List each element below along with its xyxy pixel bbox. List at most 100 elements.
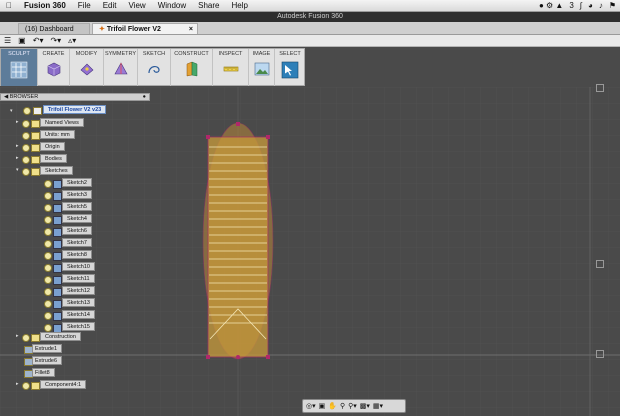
browser-item[interactable]: Origin xyxy=(40,142,65,151)
x-marker-icon[interactable] xyxy=(596,350,604,358)
zoom-icon[interactable]: ⚲ xyxy=(340,402,345,410)
expand-icon[interactable]: ▸ xyxy=(16,333,19,339)
expand-icon[interactable]: ▸ xyxy=(16,143,19,149)
select-menu[interactable]: SELECT xyxy=(275,49,305,86)
visibility-bulb-icon[interactable] xyxy=(44,288,52,296)
expand-icon[interactable]: ▸ xyxy=(16,381,19,387)
z-marker-icon[interactable] xyxy=(596,84,604,92)
visibility-bulb-icon[interactable] xyxy=(22,144,30,152)
visibility-bulb-icon[interactable] xyxy=(44,264,52,272)
display-settings-icon[interactable]: ▩▾ xyxy=(360,402,370,410)
browser-item-label: Sketches xyxy=(45,168,68,174)
grid-settings-icon[interactable]: ▦▾ xyxy=(373,402,383,410)
visibility-bulb-icon[interactable] xyxy=(22,334,30,342)
wifi-icon[interactable]: ◕ xyxy=(588,1,593,10)
expand-icon[interactable]: ▸ xyxy=(16,119,19,125)
pan-icon[interactable]: ✋ xyxy=(328,402,337,410)
redo-icon[interactable]: ↷▾ xyxy=(50,36,61,45)
inspect-menu[interactable]: INSPECT xyxy=(213,49,249,86)
browser-item[interactable]: Sketches xyxy=(40,166,73,175)
browser-item[interactable]: Extrude1 xyxy=(32,344,63,353)
visibility-bulb-icon[interactable] xyxy=(22,120,30,128)
share-icon[interactable]: ▵▾ xyxy=(68,36,76,45)
browser-item[interactable]: Sketch2 xyxy=(62,178,92,187)
browser-item[interactable]: Sketch4 xyxy=(62,214,92,223)
browser-item[interactable]: Sketch7 xyxy=(62,238,92,247)
menu-window[interactable]: Window xyxy=(152,1,192,10)
visibility-bulb-icon[interactable] xyxy=(22,156,30,164)
browser-item[interactable]: Construction xyxy=(40,332,81,341)
volume-icon[interactable]: ♪ xyxy=(599,1,603,10)
sketch-profile[interactable] xyxy=(202,122,274,360)
workspace-switcher[interactable]: SCULPT xyxy=(1,49,38,86)
browser-item[interactable]: Sketch3 xyxy=(62,190,92,199)
browser-item[interactable]: Sketch12 xyxy=(62,286,95,295)
close-icon[interactable]: × xyxy=(189,24,193,35)
visibility-bulb-icon[interactable] xyxy=(44,192,52,200)
browser-item[interactable]: Sketch13 xyxy=(62,298,95,307)
browser-item[interactable]: Sketch8 xyxy=(62,250,92,259)
modify-menu[interactable]: MODIFY xyxy=(70,49,104,86)
visibility-bulb-icon[interactable] xyxy=(44,312,52,320)
browser-item[interactable]: Sketch10 xyxy=(62,262,95,271)
visibility-bulb-icon[interactable] xyxy=(44,180,52,188)
menu-help[interactable]: Help xyxy=(226,1,254,10)
visibility-bulb-icon[interactable] xyxy=(23,107,31,115)
construct-menu[interactable]: CONSTRUCT xyxy=(171,49,213,86)
sketch-rectangle[interactable] xyxy=(207,136,269,358)
browser-item[interactable]: Units: mm xyxy=(40,130,75,139)
visibility-bulb-icon[interactable] xyxy=(44,276,52,284)
image-menu[interactable]: IMAGE xyxy=(249,49,275,86)
menu-view[interactable]: View xyxy=(122,1,151,10)
y-marker-icon[interactable] xyxy=(596,260,604,268)
browser-item[interactable]: Sketch14 xyxy=(62,310,95,319)
look-at-icon[interactable]: ▣ xyxy=(319,402,326,410)
tab-dashboard[interactable]: (16) Dashboard xyxy=(18,23,90,34)
browser-item[interactable]: Fillet8 xyxy=(32,368,55,377)
bluetooth-icon[interactable]: ∫ xyxy=(580,1,582,10)
browser-item[interactable]: Sketch11 xyxy=(62,274,95,283)
browser-header[interactable]: ◀ BROWSER ● xyxy=(0,93,150,101)
visibility-bulb-icon[interactable] xyxy=(44,300,52,308)
tab-trifoil-flower[interactable]: ✦ Trifoil Flower V2 × xyxy=(92,23,198,34)
visibility-bulb-icon[interactable] xyxy=(44,216,52,224)
visibility-bulb-icon[interactable] xyxy=(22,168,30,176)
app-menu[interactable]: Fusion 360 xyxy=(18,1,72,10)
collapse-icon[interactable]: ◀ xyxy=(4,94,8,100)
menu-file[interactable]: File xyxy=(72,1,97,10)
create-menu[interactable]: CREATE xyxy=(38,49,70,86)
design-canvas[interactable] xyxy=(0,87,620,416)
visibility-bulb-icon[interactable] xyxy=(22,132,30,140)
expand-icon[interactable]: ▸ xyxy=(16,155,19,161)
apple-icon[interactable]:  xyxy=(0,1,18,10)
symmetry-menu[interactable]: SYMMETRY xyxy=(104,49,138,86)
browser-item[interactable]: Sketch6 xyxy=(62,226,92,235)
visibility-bulb-icon[interactable] xyxy=(44,240,52,248)
browser-root[interactable]: Trifoil Flower V2 v23 xyxy=(43,105,107,114)
menu-share[interactable]: Share xyxy=(192,1,225,10)
status-icons[interactable]: ● ⚙ ▲ xyxy=(539,1,563,10)
visibility-bulb-icon[interactable] xyxy=(44,204,52,212)
menu-edit[interactable]: Edit xyxy=(97,1,123,10)
expand-icon[interactable]: ▾ xyxy=(10,108,13,114)
sketch-menu[interactable]: SKETCH xyxy=(138,49,171,86)
browser-item[interactable]: Sketch15 xyxy=(62,322,95,331)
visibility-bulb-icon[interactable] xyxy=(44,252,52,260)
visibility-bulb-icon[interactable] xyxy=(22,382,30,390)
browser-item[interactable]: Named Views xyxy=(40,118,84,127)
orbit-icon[interactable]: ◎▾ xyxy=(306,402,316,410)
menu-icon[interactable]: ☰ xyxy=(4,36,11,45)
browser-item[interactable]: Extrude6 xyxy=(32,356,63,365)
flag-icon[interactable]: ⚑ xyxy=(609,1,616,10)
fit-icon[interactable]: ⚲▾ xyxy=(348,402,357,410)
visibility-bulb-icon[interactable] xyxy=(44,324,52,332)
browser-item[interactable]: Bodies xyxy=(40,154,67,163)
browser-item[interactable]: Sketch5 xyxy=(62,202,92,211)
undo-icon[interactable]: ↶▾ xyxy=(33,36,44,45)
visibility-bulb-icon[interactable] xyxy=(44,228,52,236)
pin-icon[interactable]: ● xyxy=(143,94,146,101)
save-icon[interactable]: ▣ xyxy=(18,36,26,45)
notification-badge[interactable]: 3 xyxy=(569,1,573,10)
browser-item[interactable]: Component4:1 xyxy=(40,380,87,389)
expand-icon[interactable]: ▾ xyxy=(16,167,19,173)
